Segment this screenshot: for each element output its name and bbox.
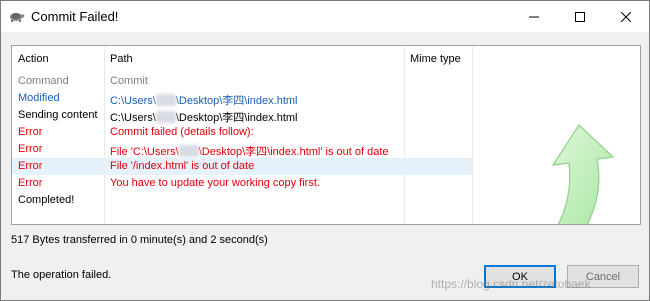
maximize-button[interactable] — [557, 1, 603, 32]
row-path: Commit failed (details follow): — [110, 126, 254, 138]
table-row[interactable]: Error Commit failed (details follow): — [12, 124, 472, 141]
table-row[interactable]: Error You have to update your working cop… — [12, 175, 472, 192]
row-path: File '/index.html' is out of date — [110, 160, 255, 172]
commit-log-list[interactable]: Action Path Mime type Command Commit Modif… — [11, 45, 641, 225]
path-segment: \Desktop\李四\index.html — [175, 95, 298, 107]
path-segment: \Desktop\李四\index.html' is out of date — [198, 146, 389, 158]
row-action: Completed! — [18, 194, 75, 206]
row-path: C:\Users\ \Desktop\李四\index.html — [110, 109, 298, 125]
row-path: You have to update your working copy fir… — [110, 177, 320, 189]
window-title: Commit Failed! — [31, 9, 119, 24]
row-path: File 'C:\Users\ \Desktop\李四\index.html' i… — [110, 143, 389, 159]
table-row[interactable]: Command Commit — [12, 73, 472, 90]
redacted-username — [155, 111, 176, 123]
row-action: Error — [18, 177, 43, 189]
transfer-summary: 517 Bytes transferred in 0 minute(s) and… — [11, 234, 268, 246]
path-segment: C:\Users\ — [110, 112, 156, 124]
redacted-username — [155, 94, 176, 106]
column-divider — [472, 46, 473, 224]
operation-result: The operation failed. — [11, 269, 112, 281]
update-arrow-graphic — [551, 124, 615, 224]
row-path: C:\Users\ \Desktop\李四\index.html — [110, 92, 298, 108]
row-action: Error — [18, 143, 43, 155]
table-row[interactable]: Modified C:\Users\ \Desktop\李四\index.html — [12, 90, 472, 107]
row-action: Error — [18, 160, 43, 172]
column-header-action[interactable]: Action — [18, 53, 49, 65]
row-action: Modified — [18, 92, 60, 104]
close-icon — [621, 11, 631, 22]
row-path: Commit — [110, 75, 148, 87]
table-row[interactable]: Completed! — [12, 192, 472, 209]
row-action: Sending content — [18, 109, 98, 121]
watermark: https://blog.csdn.net/zetobaek — [431, 277, 591, 291]
title-bar: Commit Failed! — [1, 1, 649, 32]
minimize-button[interactable] — [511, 1, 557, 32]
maximize-icon — [575, 11, 585, 22]
row-action: Command — [18, 75, 69, 87]
tortoise-svn-icon — [10, 13, 25, 22]
path-segment: \Desktop\李四\index.html — [175, 112, 298, 124]
redacted-username — [178, 145, 199, 157]
table-row[interactable]: Error File '/index.html' is out of date — [12, 158, 472, 175]
column-header-mime-type[interactable]: Mime type — [410, 53, 461, 65]
table-row[interactable]: Sending content C:\Users\ \Desktop\李四\inde… — [12, 107, 472, 124]
table-row[interactable]: Error File 'C:\Users\ \Desktop\李四\index.ht… — [12, 141, 472, 158]
row-action: Error — [18, 126, 43, 138]
minimize-icon — [529, 16, 539, 17]
path-segment: File 'C:\Users\ — [110, 146, 179, 158]
commit-failed-dialog: Commit Failed! Action Path Mime type Com… — [0, 0, 650, 301]
path-segment: C:\Users\ — [110, 95, 156, 107]
close-button[interactable] — [603, 1, 649, 32]
column-header-path[interactable]: Path — [110, 53, 133, 65]
